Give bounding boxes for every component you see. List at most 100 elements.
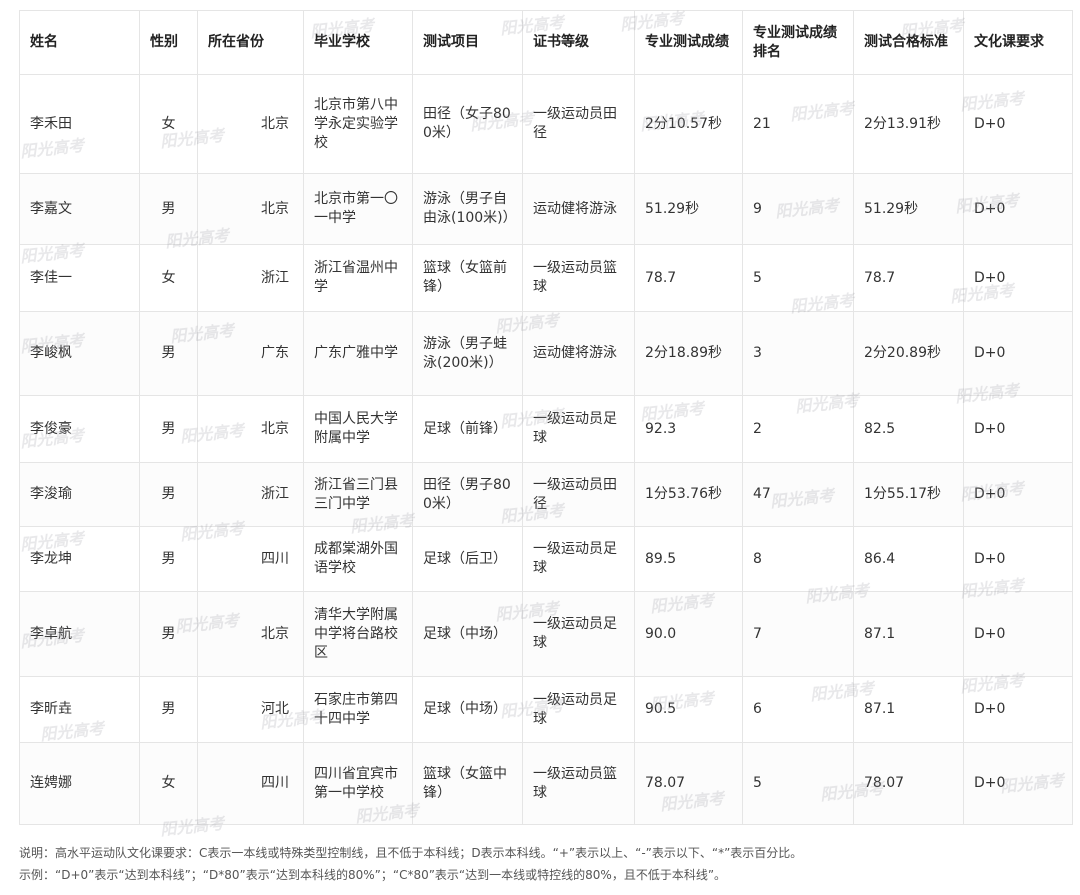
- cell-school: 石家庄市第四十四中学: [303, 676, 413, 743]
- table-row: 李龙坤男四川 成都棠湖外国语学校 足球（后卫） 一级运动员足球 89.5 8 86.4 D+0: [19, 526, 1073, 592]
- cell-standard: 82.5: [853, 395, 964, 463]
- cell-certificate: 一级运动员田径: [522, 462, 635, 527]
- cell-school: 成都棠湖外国语学校: [303, 526, 413, 592]
- cell-culture-req: D+0: [963, 244, 1073, 312]
- cell-culture-req: D+0: [963, 591, 1073, 677]
- cell-score: 78.07: [634, 742, 743, 825]
- cell-gender: 男: [139, 591, 198, 677]
- cell-culture-req: D+0: [963, 395, 1073, 463]
- cell-school: 中国人民大学附属中学: [303, 395, 413, 463]
- cell-culture-req: D+0: [963, 742, 1073, 825]
- table-header-row: 姓名 性别 所在省份 毕业学校 测试项目 证书等级 专业测试成绩 专业测试成绩排…: [19, 10, 1073, 75]
- col-header-name: 姓名: [19, 10, 140, 75]
- col-header-culture-req: 文化课要求: [963, 10, 1073, 75]
- cell-certificate: 运动健将游泳: [522, 173, 635, 245]
- cell-certificate: 一级运动员田径: [522, 74, 635, 174]
- cell-province: 河北: [197, 676, 304, 743]
- cell-name: 李峻枫: [19, 311, 140, 396]
- cell-test-item: 游泳（男子自由泳(100米)）: [412, 173, 523, 245]
- cell-test-item: 篮球（女篮中锋）: [412, 742, 523, 825]
- table-row: 李嘉文男北京 北京市第一〇一中学 游泳（男子自由泳(100米)） 运动健将游泳 51.2…: [19, 173, 1073, 245]
- cell-standard: 2分13.91秒: [853, 74, 964, 174]
- cell-score: 89.5: [634, 526, 743, 592]
- note-example: 示例：“D+0”表示“达到本科线”；“D*80”表示“达到本科线的80%”；“C…: [19, 868, 727, 882]
- cell-province: 四川: [197, 526, 304, 592]
- cell-certificate: 一级运动员足球: [522, 676, 635, 743]
- cell-gender: 男: [139, 676, 198, 743]
- cell-rank: 9: [742, 173, 854, 245]
- cell-province: 北京: [197, 74, 304, 174]
- cell-name: 李昕垚: [19, 676, 140, 743]
- table-row: 李峻枫男广东 广东广雅中学 游泳（男子蛙泳(200米)） 运动健将游泳 2分18.89秒…: [19, 311, 1073, 396]
- cell-certificate: 一级运动员篮球: [522, 742, 635, 825]
- cell-score: 2分18.89秒: [634, 311, 743, 396]
- col-header-test-item: 测试项目: [412, 10, 523, 75]
- admission-table: 姓名 性别 所在省份 毕业学校 测试项目 证书等级 专业测试成绩 专业测试成绩排…: [19, 10, 1073, 825]
- cell-school: 浙江省三门县三门中学: [303, 462, 413, 527]
- cell-certificate: 一级运动员篮球: [522, 244, 635, 312]
- cell-standard: 87.1: [853, 676, 964, 743]
- col-header-gender: 性别: [139, 10, 198, 75]
- cell-rank: 5: [742, 244, 854, 312]
- cell-rank: 47: [742, 462, 854, 527]
- cell-school: 清华大学附属中学将台路校区: [303, 591, 413, 677]
- table-row: 李禾田女北京 北京市第八中学永定实验学校 田径（女子800米） 一级运动员田径 2分10…: [19, 74, 1073, 174]
- cell-standard: 87.1: [853, 591, 964, 677]
- cell-test-item: 足球（后卫）: [412, 526, 523, 592]
- col-header-school: 毕业学校: [303, 10, 413, 75]
- cell-province: 广东: [197, 311, 304, 396]
- note-explanation: 说明：高水平运动队文化课要求：C表示一本线或特殊类型控制线，且不低于本科线；D表…: [19, 846, 803, 860]
- cell-standard: 78.7: [853, 244, 964, 312]
- cell-school: 北京市第八中学永定实验学校: [303, 74, 413, 174]
- cell-rank: 8: [742, 526, 854, 592]
- cell-score: 78.7: [634, 244, 743, 312]
- cell-standard: 78.07: [853, 742, 964, 825]
- cell-gender: 女: [139, 74, 198, 174]
- cell-score: 90.0: [634, 591, 743, 677]
- table-row: 李俊豪男北京 中国人民大学附属中学 足球（前锋） 一级运动员足球 92.3 2 82.5 D+…: [19, 395, 1073, 463]
- notes: 说明：高水平运动队文化课要求：C表示一本线或特殊类型控制线，且不低于本科线；D表…: [19, 842, 802, 886]
- admission-table-container: 姓名 性别 所在省份 毕业学校 测试项目 证书等级 专业测试成绩 专业测试成绩排…: [19, 10, 1073, 825]
- cell-test-item: 足球（中场）: [412, 676, 523, 743]
- cell-test-item: 足球（前锋）: [412, 395, 523, 463]
- col-header-certificate: 证书等级: [522, 10, 635, 75]
- cell-test-item: 田径（女子800米）: [412, 74, 523, 174]
- table-row: 李昕垚男河北 石家庄市第四十四中学 足球（中场） 一级运动员足球 90.5 6 87.1 D+…: [19, 676, 1073, 743]
- cell-name: 李龙坤: [19, 526, 140, 592]
- col-header-rank: 专业测试成绩排名: [742, 10, 854, 75]
- cell-gender: 男: [139, 395, 198, 463]
- cell-name: 李禾田: [19, 74, 140, 174]
- cell-rank: 2: [742, 395, 854, 463]
- col-header-standard: 测试合格标准: [853, 10, 964, 75]
- cell-culture-req: D+0: [963, 311, 1073, 396]
- cell-school: 广东广雅中学: [303, 311, 413, 396]
- cell-rank: 6: [742, 676, 854, 743]
- cell-province: 北京: [197, 173, 304, 245]
- cell-standard: 51.29秒: [853, 173, 964, 245]
- table-row: 李佳一女浙江 浙江省温州中学 篮球（女篮前锋） 一级运动员篮球 78.7 5 78.7 D+0: [19, 244, 1073, 312]
- cell-standard: 1分55.17秒: [853, 462, 964, 527]
- cell-score: 92.3: [634, 395, 743, 463]
- col-header-score: 专业测试成绩: [634, 10, 743, 75]
- cell-certificate: 运动健将游泳: [522, 311, 635, 396]
- cell-culture-req: D+0: [963, 74, 1073, 174]
- cell-test-item: 田径（男子800米）: [412, 462, 523, 527]
- cell-score: 1分53.76秒: [634, 462, 743, 527]
- cell-gender: 女: [139, 742, 198, 825]
- cell-name: 李佳一: [19, 244, 140, 312]
- cell-score: 51.29秒: [634, 173, 743, 245]
- cell-school: 四川省宜宾市第一中学校: [303, 742, 413, 825]
- table-body: 李禾田女北京 北京市第八中学永定实验学校 田径（女子800米） 一级运动员田径 2分10…: [19, 74, 1073, 825]
- cell-gender: 男: [139, 462, 198, 527]
- cell-province: 浙江: [197, 462, 304, 527]
- cell-name: 连娉娜: [19, 742, 140, 825]
- cell-rank: 5: [742, 742, 854, 825]
- cell-rank: 3: [742, 311, 854, 396]
- cell-school: 浙江省温州中学: [303, 244, 413, 312]
- cell-gender: 男: [139, 526, 198, 592]
- cell-test-item: 篮球（女篮前锋）: [412, 244, 523, 312]
- cell-test-item: 足球（中场）: [412, 591, 523, 677]
- cell-province: 北京: [197, 591, 304, 677]
- cell-province: 浙江: [197, 244, 304, 312]
- cell-name: 李卓航: [19, 591, 140, 677]
